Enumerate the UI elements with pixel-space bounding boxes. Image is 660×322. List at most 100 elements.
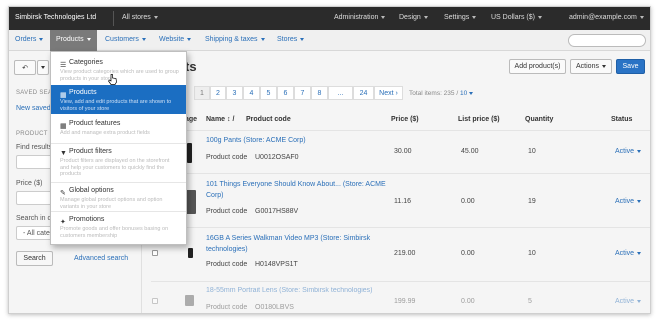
page-ellipsis[interactable]: ... [328, 86, 353, 100]
product-name-link[interactable]: 101 Things Everyone Should Know About...… [206, 179, 386, 201]
app-window: Simbirsk Technologies Ltd All stores Adm… [8, 6, 651, 314]
menu-item-categories[interactable]: ☰ Categories View product categories whi… [51, 55, 186, 84]
saved-searches-label: SAVED SEA [16, 90, 53, 96]
status-dropdown[interactable]: Active [615, 250, 642, 257]
administration-menu[interactable]: Administration [334, 14, 386, 21]
chevron-down-icon [187, 37, 192, 41]
nav-customers[interactable]: Customers [105, 36, 146, 43]
menu-item-title: Promotions [69, 216, 105, 223]
advanced-search-link[interactable]: Advanced search [74, 255, 128, 262]
page-3[interactable]: 3 [226, 86, 243, 100]
nav-website[interactable]: Website [159, 36, 192, 43]
list-price-value[interactable]: 45.00 [461, 148, 479, 155]
menu-item-description: Manage global product options and option… [60, 197, 163, 210]
column-header-price[interactable]: Price ($) [391, 116, 419, 123]
settings-menu[interactable]: Settings [444, 14, 477, 21]
status-dropdown[interactable]: Active [615, 298, 642, 305]
page-5[interactable]: 5 [260, 86, 277, 100]
store-selector[interactable]: All stores [122, 14, 158, 21]
back-icon: ↶ [22, 65, 28, 72]
menu-item-products[interactable]: ▦ Products View, add and edit products t… [51, 85, 186, 114]
quantity-value[interactable]: 19 [528, 198, 536, 205]
page-4[interactable]: 4 [243, 86, 260, 100]
search-button[interactable]: Search [16, 251, 53, 266]
product-thumbnail[interactable] [185, 295, 194, 306]
product-thumbnail[interactable] [187, 143, 192, 163]
price-value[interactable]: 199.99 [394, 298, 415, 305]
row-checkbox[interactable] [152, 250, 158, 256]
grid-icon: ▦ [60, 92, 67, 99]
add-product-button[interactable]: Add product(s) [509, 59, 566, 74]
pencil-icon: ✎ [60, 190, 66, 197]
menu-item-promotions[interactable]: ✦ Promotions Promote goods and offer bon… [51, 212, 186, 241]
price-value[interactable]: 11.16 [394, 198, 411, 205]
menu-item-product-filters[interactable]: ▼ Product filters Product filters are di… [51, 144, 186, 182]
product-name-link[interactable]: 18-55mm Portrait Lens (Store: Simbirsk t… [206, 285, 391, 296]
nav-orders[interactable]: Orders [15, 36, 44, 43]
table-divider [151, 130, 650, 131]
product-thumbnail[interactable] [188, 248, 193, 258]
price-value[interactable]: 30.00 [394, 148, 412, 155]
product-name-link[interactable]: 100g Pants (Store: ACME Corp) [206, 135, 386, 146]
row-divider [151, 281, 650, 282]
actions-button[interactable]: Actions [570, 59, 612, 74]
page-2[interactable]: 2 [210, 86, 226, 100]
product-code-value: U0012OSAF0 [255, 154, 299, 161]
status-label: Active [615, 250, 635, 257]
nav-customers-label: Customers [105, 36, 139, 43]
page-1[interactable]: 1 [194, 86, 210, 100]
chevron-down-icon [381, 15, 386, 19]
status-dropdown[interactable]: Active [615, 198, 642, 205]
product-name-link[interactable]: 16GB A Series Walkman Video MP3 (Store: … [206, 233, 391, 255]
find-results-label: Find results [16, 144, 53, 151]
nav-products[interactable]: Products [50, 30, 97, 51]
page-24[interactable]: 24 [353, 86, 374, 100]
price-value[interactable]: 219.00 [394, 250, 415, 257]
items-per-page-selector[interactable]: 10 [460, 90, 467, 97]
new-saved-search-link[interactable]: New saved [16, 105, 51, 112]
column-header-name[interactable]: Name ↕ / [206, 116, 234, 123]
currency-selector[interactable]: US Dollars ($) [491, 14, 542, 21]
nav-shipping-taxes[interactable]: Shipping & taxes [205, 36, 265, 43]
product-code-label: Product code [206, 304, 248, 311]
column-header-product-code[interactable]: Product code [246, 116, 291, 123]
list-price-value[interactable]: 0.00 [461, 198, 475, 205]
product-code-label: Product code [206, 208, 248, 215]
quantity-value[interactable]: 10 [528, 148, 536, 155]
back-button[interactable]: ↶ [14, 60, 36, 75]
hand-cursor-icon [108, 74, 117, 85]
quantity-value[interactable]: 5 [528, 298, 532, 305]
chevron-down-icon [39, 37, 44, 41]
back-dropdown-button[interactable] [37, 60, 49, 75]
category-select-value: - All cate [23, 230, 50, 237]
brand-name[interactable]: Simbirsk Technologies Ltd [15, 14, 96, 21]
menu-item-product-features[interactable]: ▦ Product features Add and manage extra … [51, 116, 186, 145]
chevron-down-icon [637, 251, 642, 255]
row-divider [151, 227, 650, 228]
page-8[interactable]: 8 [311, 86, 328, 100]
nav-stores[interactable]: Stores [277, 36, 305, 43]
quantity-value[interactable]: 10 [528, 250, 536, 257]
chevron-down-icon [423, 15, 428, 19]
menu-item-description: Promote goods and offer bonuses basing o… [60, 226, 169, 239]
status-dropdown[interactable]: Active [615, 148, 642, 155]
total-items: Total items: 235 / 10 [409, 90, 474, 97]
administration-label: Administration [334, 14, 379, 21]
menu-item-global-options[interactable]: ✎ Global options Manage global product o… [51, 183, 186, 212]
chevron-down-icon [469, 91, 474, 95]
column-header-list-price[interactable]: List price ($) [458, 116, 500, 123]
user-email: admin@example.com [569, 14, 637, 21]
global-search-input[interactable] [568, 34, 646, 47]
page-6[interactable]: 6 [277, 86, 294, 100]
save-button[interactable]: Save [616, 59, 645, 74]
user-menu[interactable]: admin@example.com [569, 14, 644, 21]
design-menu[interactable]: Design [399, 14, 428, 21]
column-header-quantity[interactable]: Quantity [525, 116, 553, 123]
list-price-value[interactable]: 0.00 [461, 250, 475, 257]
page-7[interactable]: 7 [294, 86, 311, 100]
next-page-button[interactable]: Next › [374, 86, 403, 100]
list-price-value[interactable]: 0.00 [461, 298, 475, 305]
chevron-down-icon [637, 299, 642, 303]
row-checkbox[interactable] [152, 298, 158, 304]
grid-icon: ▦ [60, 123, 67, 130]
